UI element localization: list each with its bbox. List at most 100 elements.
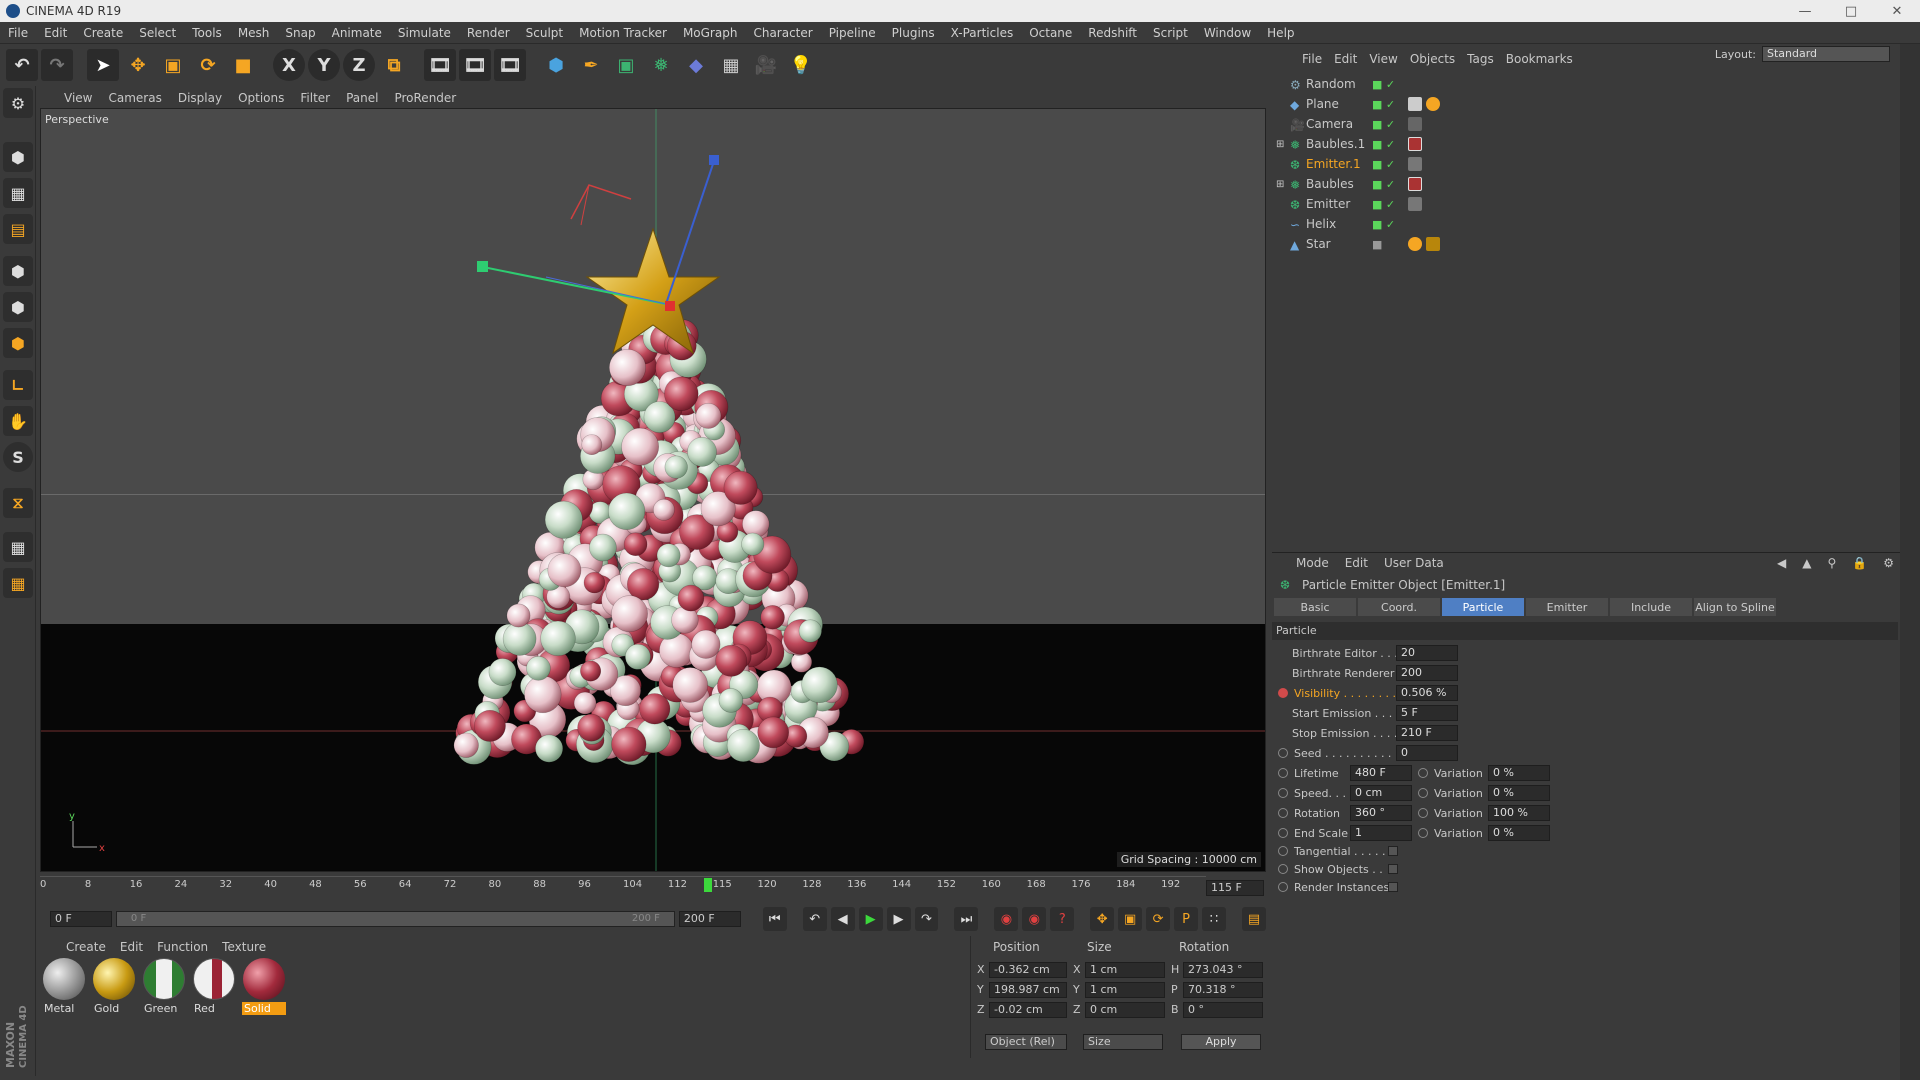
object-row-star[interactable]: ▲ Star ■ xyxy=(1272,234,1900,254)
keyframe-selection-icon[interactable]: ? xyxy=(1050,907,1075,931)
menu-select[interactable]: Select xyxy=(131,26,184,40)
position-y-field[interactable]: 198.987 cm xyxy=(989,982,1067,998)
rotation-key-icon[interactable]: ⟳ xyxy=(1146,907,1171,931)
play-icon[interactable]: ▶ xyxy=(858,907,883,931)
coordinate-system-icon[interactable]: ⧉ xyxy=(378,49,410,81)
viewport-menu-cameras[interactable]: Cameras xyxy=(108,91,161,105)
material-tag-icon[interactable] xyxy=(1408,137,1422,151)
tab-include[interactable]: Include xyxy=(1610,598,1692,616)
search-icon[interactable]: ⚲ xyxy=(1827,556,1836,570)
end-frame-field[interactable]: 200 F xyxy=(678,911,741,927)
objects-menu-edit[interactable]: Edit xyxy=(1334,52,1357,66)
make-editable-icon[interactable]: ⚙ xyxy=(3,88,33,118)
viewport-menu-view[interactable]: View xyxy=(64,91,92,105)
tab-coord[interactable]: Coord. xyxy=(1358,598,1440,616)
objects-menu-file[interactable]: File xyxy=(1302,52,1322,66)
size-z-field[interactable]: 0 cm xyxy=(1085,1002,1165,1018)
size-y-field[interactable]: 1 cm xyxy=(1085,982,1165,998)
rotation-b-field[interactable]: 0 ° xyxy=(1183,1002,1263,1018)
lock-workplane-icon[interactable]: ▦ xyxy=(3,568,33,598)
rotation-h-field[interactable]: 273.043 ° xyxy=(1183,962,1263,978)
z-axis-button[interactable]: Z xyxy=(343,49,375,81)
emitter-tag-icon[interactable] xyxy=(1408,157,1422,171)
objects-menu-view[interactable]: View xyxy=(1369,52,1397,66)
seed-input[interactable]: 0 xyxy=(1396,745,1458,761)
menu-help[interactable]: Help xyxy=(1259,26,1302,40)
close-icon[interactable]: ✕ xyxy=(1874,0,1920,22)
timeline[interactable]: 0 8 16 24 32 40 48 56 64 72 80 88 96 104 112 115 120 128 1… xyxy=(40,872,1266,902)
attr-menu-user-data[interactable]: User Data xyxy=(1384,556,1444,570)
speed-input[interactable]: 0 cm xyxy=(1350,785,1412,801)
back-arrow-icon[interactable]: ◀ xyxy=(1777,556,1786,570)
up-arrow-icon[interactable]: ▲ xyxy=(1802,556,1811,570)
tab-particle[interactable]: Particle xyxy=(1442,598,1524,616)
material-swatch-selected[interactable]: Solid xyxy=(242,958,286,1058)
move-select-icon[interactable]: ➤ xyxy=(87,49,119,81)
menu-redshift[interactable]: Redshift xyxy=(1080,26,1145,40)
menu-script[interactable]: Script xyxy=(1145,26,1196,40)
lifetime-input[interactable]: 480 F xyxy=(1350,765,1412,781)
material-swatch[interactable]: Metal xyxy=(42,958,86,1058)
object-row-emitter[interactable]: ❆ Emitter ■ ✓ xyxy=(1272,194,1900,214)
object-row-baubles[interactable]: ⊞ ❅ Baubles ■ ✓ xyxy=(1272,174,1900,194)
attr-menu-mode[interactable]: Mode xyxy=(1296,556,1329,570)
frame-range-slider[interactable]: 0 F 200 F xyxy=(115,911,675,927)
deformer-icon[interactable]: ◆ xyxy=(680,49,712,81)
visibility-toggles[interactable]: ■ ✓ xyxy=(1372,118,1395,131)
previous-key-icon[interactable]: ↶ xyxy=(802,907,827,931)
animation-key-icon[interactable] xyxy=(1418,808,1428,818)
subdivision-icon[interactable]: ▣ xyxy=(610,49,642,81)
menu-mograph[interactable]: MoGraph xyxy=(675,26,746,40)
previous-frame-icon[interactable]: ◀ xyxy=(830,907,855,931)
cube-icon[interactable]: ⬢ xyxy=(540,49,572,81)
scale-key-icon[interactable]: ▣ xyxy=(1118,907,1143,931)
model-mode-icon[interactable]: ⬢ xyxy=(3,142,33,172)
menu-create[interactable]: Create xyxy=(75,26,131,40)
rotation-variation-input[interactable]: 100 % xyxy=(1488,805,1550,821)
start-emission-input[interactable]: 5 F xyxy=(1396,705,1458,721)
maximize-icon[interactable]: □ xyxy=(1828,0,1874,22)
animation-key-icon[interactable] xyxy=(1418,788,1428,798)
object-row-helix[interactable]: ∽ Helix ■ ✓ xyxy=(1272,214,1900,234)
visibility-toggles[interactable]: ■ ✓ xyxy=(1372,138,1395,151)
visibility-toggles[interactable]: ■ ✓ xyxy=(1372,218,1395,231)
animation-key-icon[interactable] xyxy=(1278,808,1288,818)
parameter-key-icon[interactable]: P xyxy=(1174,907,1199,931)
visibility-toggles[interactable]: ■ xyxy=(1372,238,1382,251)
object-row-plane[interactable]: ◆ Plane ■ ✓ xyxy=(1272,94,1900,114)
axis-mode-icon[interactable]: ∟ xyxy=(3,370,33,400)
snap-icon[interactable]: ⧖ xyxy=(3,488,33,518)
next-frame-icon[interactable]: ▶ xyxy=(886,907,911,931)
visibility-toggles[interactable]: ■ ✓ xyxy=(1372,158,1395,171)
object-row-camera[interactable]: 🎥 Camera ■ ✓ xyxy=(1272,114,1900,134)
menu-pipeline[interactable]: Pipeline xyxy=(821,26,884,40)
material-menu-create[interactable]: Create xyxy=(66,940,106,954)
scale-icon[interactable]: ▣ xyxy=(157,49,189,81)
perspective-viewport[interactable]: y x Perspective Grid Spacing : 10000 cm xyxy=(40,108,1266,872)
tab-basic[interactable]: Basic xyxy=(1274,598,1356,616)
tab-emitter[interactable]: Emitter xyxy=(1526,598,1608,616)
cloner-icon[interactable]: ❅ xyxy=(645,49,677,81)
render-picture-viewer-icon[interactable]: 🎞 xyxy=(459,49,491,81)
objects-menu-objects[interactable]: Objects xyxy=(1410,52,1455,66)
apply-button[interactable]: Apply xyxy=(1181,1034,1261,1050)
material-tag-icon[interactable] xyxy=(1408,177,1422,191)
tab-align-to-spline[interactable]: Align to Spline xyxy=(1694,598,1776,616)
visibility-toggles[interactable]: ■ ✓ xyxy=(1372,178,1395,191)
texture-tag-icon[interactable] xyxy=(1408,97,1422,111)
stop-emission-input[interactable]: 210 F xyxy=(1396,725,1458,741)
speed-variation-input[interactable]: 0 % xyxy=(1488,785,1550,801)
solo-icon[interactable]: S xyxy=(3,442,33,472)
side-tab-strip[interactable] xyxy=(1900,44,1920,1080)
objects-menu-tags[interactable]: Tags xyxy=(1467,52,1494,66)
lock-icon[interactable]: 🔒 xyxy=(1852,556,1867,570)
floor-icon[interactable]: ▦ xyxy=(715,49,747,81)
emitter-tag-icon[interactable] xyxy=(1408,197,1422,211)
phong-tag-icon[interactable] xyxy=(1426,97,1440,111)
viewport-menu-filter[interactable]: Filter xyxy=(300,91,330,105)
expand-icon[interactable]: ⊞ xyxy=(1276,179,1284,190)
pen-spline-icon[interactable]: ✒ xyxy=(575,49,607,81)
visibility-toggles[interactable]: ■ ✓ xyxy=(1372,198,1395,211)
attr-menu-edit[interactable]: Edit xyxy=(1345,556,1368,570)
material-swatch[interactable]: Gold xyxy=(92,958,136,1058)
